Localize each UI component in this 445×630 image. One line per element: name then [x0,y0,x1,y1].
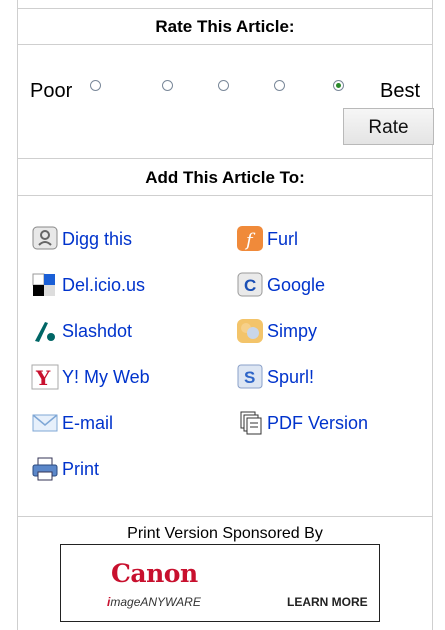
imageanyware-tagline: imageANYWARE [107,595,201,609]
spurl-link[interactable]: S Spurl! [235,362,314,392]
email-icon [30,409,60,437]
rate-header: Rate This Article: [17,8,433,45]
add-article-header: Add This Article To: [17,158,433,196]
print-icon [30,455,60,483]
poor-label: Poor [30,80,73,102]
delicious-link[interactable]: Del.icio.us [30,270,145,300]
furl-icon: f [235,225,265,253]
furl-link[interactable]: f Furl [235,224,298,254]
email-link[interactable]: E-mail [30,408,113,438]
rating-row: Poor Best [28,78,433,108]
slashdot-link[interactable]: Slashdot [30,316,132,346]
best-label: Best [380,80,421,102]
canon-logo: Canon [111,559,198,588]
yahoo-link[interactable]: Y Y! My Web [30,362,150,392]
google-link[interactable]: C Google [235,270,325,300]
simpy-link[interactable]: Simpy [235,316,317,346]
rating-radio-4[interactable] [274,80,285,91]
delicious-icon [30,271,60,299]
slashdot-icon [30,317,60,345]
learn-more-link[interactable]: LEARN MORE [287,595,368,609]
rating-radio-1[interactable] [90,80,101,91]
svg-text:C: C [244,276,256,295]
google-icon: C [235,271,265,299]
rating-radio-3[interactable] [218,80,229,91]
simpy-icon [235,317,265,345]
rating-radio-2[interactable] [162,80,173,91]
digg-link[interactable]: Digg this [30,224,132,254]
print-link[interactable]: Print [30,454,99,484]
svg-text:S: S [244,368,255,387]
svg-text:Y: Y [35,366,51,390]
rating-radio-5[interactable] [333,80,344,91]
canon-ad-banner[interactable]: Canon imageANYWARE LEARN MORE [60,544,380,622]
pdf-icon [235,409,265,437]
sponsor-caption: Print Version Sponsored By [127,525,323,542]
yahoo-icon: Y [30,363,60,391]
pdf-link[interactable]: PDF Version [235,408,368,438]
spurl-icon: S [235,363,265,391]
digg-icon [30,225,60,253]
sponsor-divider [17,516,433,517]
rate-button[interactable]: Rate [343,108,434,145]
